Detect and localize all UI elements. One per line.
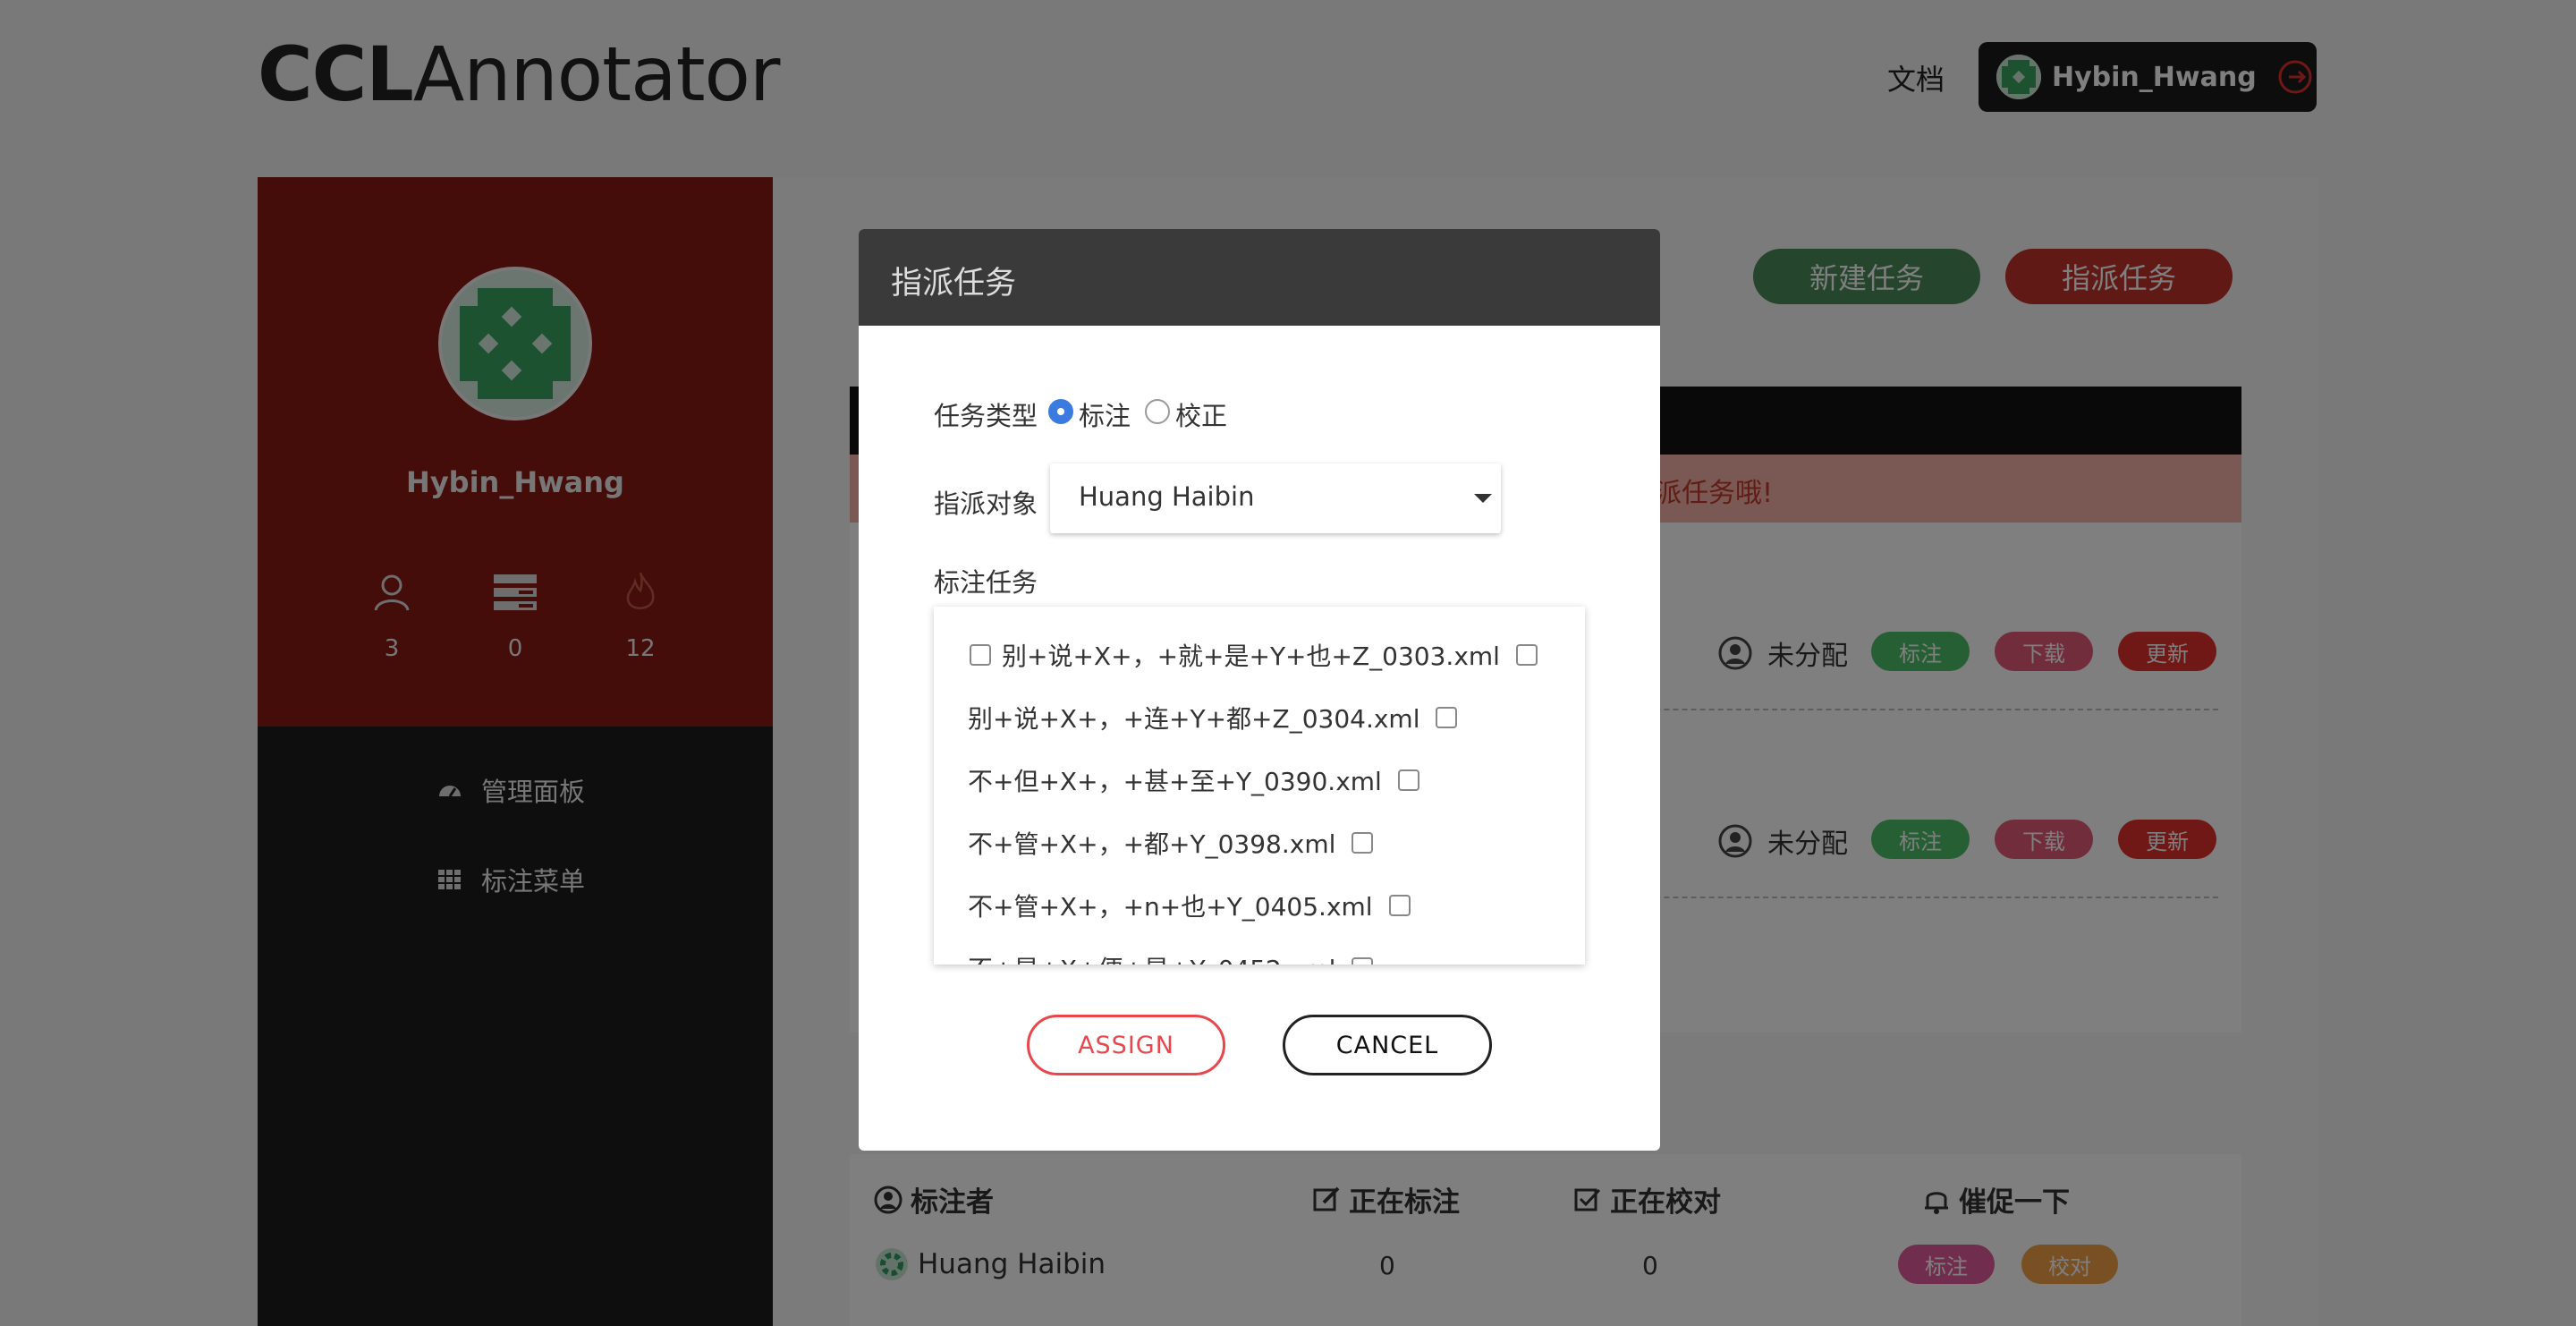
chevron-down-icon bbox=[1474, 494, 1492, 503]
file-checkbox[interactable] bbox=[1436, 707, 1458, 728]
list-item: 别+说+X+，+就+是+Y+也+Z_0303.xml bbox=[970, 637, 1538, 673]
assignee-select[interactable]: Huang Haibin bbox=[1050, 463, 1501, 533]
modal-header: 指派任务 bbox=[859, 229, 1660, 326]
task-list-label: 标注任务 bbox=[934, 567, 1038, 598]
radio-annotate[interactable] bbox=[1048, 399, 1073, 424]
radio-proofread[interactable] bbox=[1145, 399, 1170, 424]
task-file-list[interactable]: 别+说+X+，+就+是+Y+也+Z_0303.xml 别+说+X+，+连+Y+都… bbox=[934, 607, 1585, 965]
radio-proofread-label[interactable]: 校正 bbox=[1175, 395, 1227, 433]
list-item: 不+管+X+，+n+也+Y_0405.xml bbox=[968, 888, 1411, 923]
file-name: 不+管+X+，+都+Y_0398.xml bbox=[968, 829, 1336, 859]
list-item: 不+是+X+便+是+Y_0452.xml bbox=[968, 950, 1374, 965]
file-name: 不+是+X+便+是+Y_0452.xml bbox=[968, 950, 1335, 965]
assign-task-modal: 指派任务 任务类型 标注 校正 指派对象 Huang Haibin 标注任务 别… bbox=[859, 229, 1660, 1151]
file-checkbox[interactable] bbox=[1515, 644, 1538, 666]
assignee-select-value: Huang Haibin bbox=[1079, 481, 1255, 512]
file-checkbox[interactable] bbox=[1352, 957, 1374, 965]
assign-button[interactable]: ASSIGN bbox=[1027, 1015, 1225, 1075]
modal-title: 指派任务 bbox=[891, 266, 1017, 302]
file-name: 不+管+X+，+n+也+Y_0405.xml bbox=[968, 892, 1373, 922]
task-type-label: 任务类型 bbox=[934, 401, 1038, 431]
list-item: 别+说+X+，+连+Y+都+Z_0304.xml bbox=[968, 700, 1458, 735]
file-checkbox[interactable] bbox=[1397, 769, 1419, 791]
assignee-label: 指派对象 bbox=[934, 489, 1038, 519]
radio-annotate-label[interactable]: 标注 bbox=[1079, 395, 1131, 433]
file-checkbox-leading[interactable] bbox=[970, 644, 991, 666]
file-checkbox[interactable] bbox=[1388, 895, 1411, 916]
list-item: 不+管+X+，+都+Y_0398.xml bbox=[968, 825, 1374, 861]
file-name: 不+但+X+，+甚+至+Y_0390.xml bbox=[968, 767, 1382, 796]
file-name: 别+说+X+，+连+Y+都+Z_0304.xml bbox=[968, 704, 1420, 734]
cancel-button[interactable]: CANCEL bbox=[1283, 1015, 1492, 1075]
list-item: 不+但+X+，+甚+至+Y_0390.xml bbox=[968, 762, 1419, 798]
file-checkbox[interactable] bbox=[1352, 832, 1374, 854]
file-name: 别+说+X+，+就+是+Y+也+Z_0303.xml bbox=[1002, 642, 1500, 671]
